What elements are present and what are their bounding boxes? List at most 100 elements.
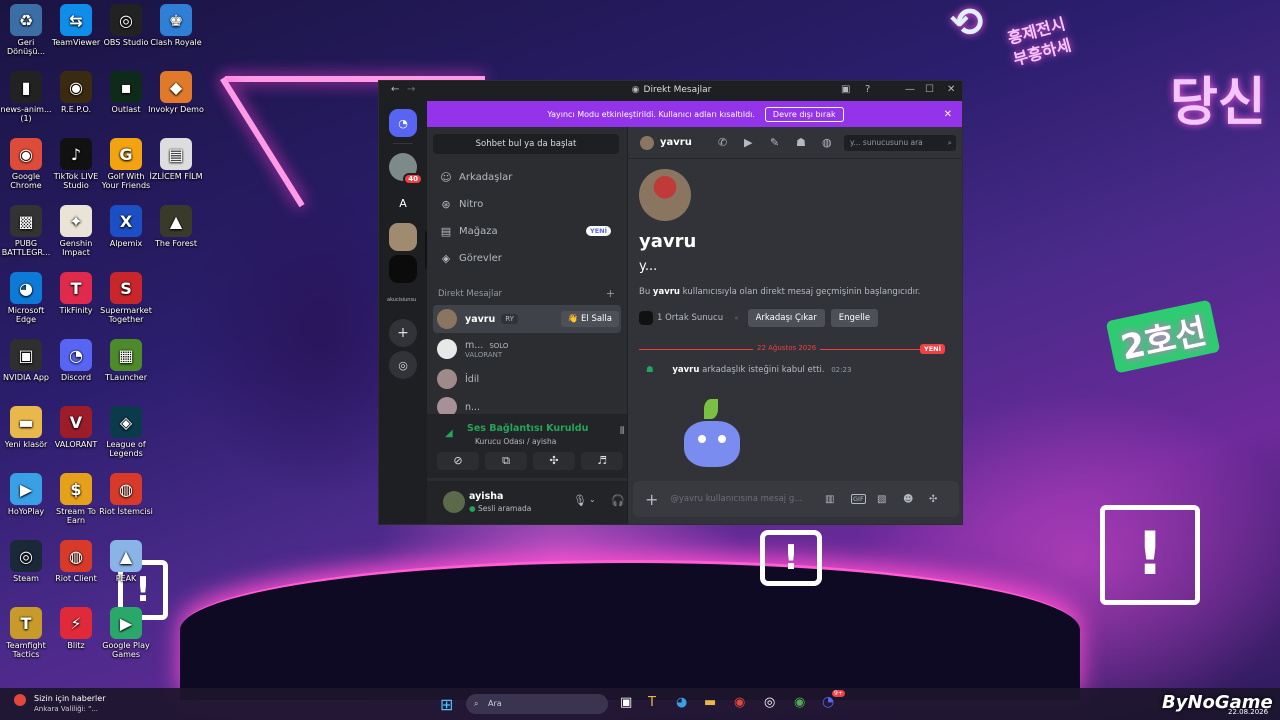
inbox-icon[interactable]: ▣ xyxy=(841,84,850,95)
desktop-icon[interactable]: ▣ NVIDIA App xyxy=(0,339,54,382)
sticker-icon[interactable]: ▧ xyxy=(877,494,886,505)
desktop-icon[interactable]: ▬ Yeni klasör xyxy=(0,406,54,449)
profile-icon[interactable]: ◍ xyxy=(822,136,832,149)
message-input[interactable]: @yavru kullanıcısına mesaj g... xyxy=(670,494,820,504)
desktop-icon[interactable]: V VALORANT xyxy=(48,406,104,449)
disable-streamer-button[interactable]: Devre dışı bırak xyxy=(764,106,844,122)
camera-button[interactable]: ⊘ xyxy=(437,452,479,470)
desktop-icon[interactable]: ▦ TLauncher xyxy=(98,339,154,382)
block-button[interactable]: Engelle xyxy=(830,309,879,327)
news-widget-sub[interactable]: Ankara Valiliği: "... xyxy=(34,705,98,713)
nav-quests[interactable]: ◈ Görevler xyxy=(433,246,619,270)
add-attachment-icon[interactable]: + xyxy=(645,490,658,509)
edge-taskbar-icon[interactable]: ◕ xyxy=(676,695,687,710)
remove-friend-button[interactable]: Arkadaşı Çıkar xyxy=(747,309,825,327)
desktop-icon[interactable]: ▶ HoYoPlay xyxy=(0,473,54,516)
close-button[interactable]: ✕ xyxy=(947,84,955,95)
desktop-icon[interactable]: ▲ The Forest xyxy=(148,205,204,248)
chrome-taskbar-icon[interactable]: ◉ xyxy=(794,695,805,710)
search-input[interactable]: y... sunucusunu ara ⌕ xyxy=(844,135,956,151)
server-avatar[interactable]: 40 xyxy=(389,153,423,185)
server-letter-icon[interactable]: A xyxy=(389,189,417,217)
explore-servers-button[interactable]: ◎ xyxy=(389,351,417,379)
chrome-taskbar-icon[interactable]: ◉ xyxy=(734,695,745,710)
desktop-icon[interactable]: ◔ Discord xyxy=(48,339,104,382)
desktop-icon[interactable]: ⚡ Blitz xyxy=(48,607,104,650)
dm-item[interactable]: İdil xyxy=(433,365,621,393)
weather-widget-icon[interactable] xyxy=(14,694,26,706)
apps-icon[interactable]: ✣ xyxy=(929,494,937,505)
username[interactable]: ayisha xyxy=(469,491,503,502)
soundboard-button[interactable]: ♬ xyxy=(581,452,623,470)
desktop-icon[interactable]: ◉ Google Chrome xyxy=(0,138,54,190)
start-button[interactable]: ⊞ xyxy=(440,695,453,714)
server-avatar[interactable] xyxy=(389,223,417,251)
chat-header-name[interactable]: yavru xyxy=(660,137,692,148)
desktop-icon[interactable]: ◈ League of Legends xyxy=(98,406,154,458)
news-widget-title[interactable]: Sizin için haberler xyxy=(34,694,106,703)
headphones-icon[interactable]: 🎧 xyxy=(611,494,625,507)
desktop-icon[interactable]: ◕ Microsoft Edge xyxy=(0,272,54,324)
nav-shop[interactable]: ▤ Mağaza YENİ xyxy=(433,219,619,243)
desktop-icon[interactable]: T TikFinity xyxy=(48,272,104,315)
tft-taskbar-icon[interactable]: T xyxy=(648,695,656,710)
desktop-icon[interactable]: ✦ Genshin Impact xyxy=(48,205,104,257)
create-dm-button[interactable]: + xyxy=(606,287,615,300)
desktop-icon[interactable]: ▤ İZLİCEM FİLM xyxy=(148,138,204,181)
task-view-icon[interactable]: ▣ xyxy=(620,695,632,710)
dm-item[interactable]: m... SOLO VALORANT xyxy=(433,335,621,363)
desktop-icon[interactable]: ◍ Riot Client xyxy=(48,540,104,583)
help-icon[interactable]: ? xyxy=(865,84,870,95)
dm-item-yavru[interactable]: yavru RY 👋 El Salla xyxy=(433,305,621,333)
desktop-icon[interactable]: X Alpemix xyxy=(98,205,154,248)
video-icon[interactable]: ▶ xyxy=(744,136,752,149)
desktop-icon[interactable]: $ Stream To Earn xyxy=(48,473,104,525)
desktop-icon[interactable]: G Golf With Your Friends xyxy=(98,138,154,190)
desktop-icon[interactable]: T Teamfight Tactics xyxy=(0,607,54,659)
emoji-icon[interactable]: ☻ xyxy=(903,494,913,505)
nav-friends[interactable]: ☺ Arkadaşlar xyxy=(433,165,619,189)
clock-date[interactable]: 22.08.2026 xyxy=(1228,708,1268,716)
desktop-icon[interactable]: ◎ OBS Studio xyxy=(98,4,154,47)
minimize-button[interactable]: — xyxy=(905,84,915,95)
voice-channel[interactable]: Kurucu Odası / ayisha xyxy=(475,437,556,446)
desktop-icon[interactable]: ▮ news-anim... (1) xyxy=(0,71,54,123)
desktop-icon[interactable]: ▶ Google Play Games xyxy=(98,607,154,659)
desktop-icon[interactable]: ♪ TikTok LIVE Studio xyxy=(48,138,104,190)
desktop-icon[interactable]: ▲ PEAK xyxy=(98,540,154,583)
avatar[interactable] xyxy=(443,491,465,513)
gift-icon[interactable]: ▥ xyxy=(825,494,834,505)
discord-home-button[interactable]: ◔ xyxy=(389,109,417,137)
file-explorer-icon[interactable]: ▬ xyxy=(704,695,716,710)
voice-status[interactable]: Ses Bağlantısı Kuruldu xyxy=(467,423,588,434)
desktop-icon[interactable]: ◎ Steam xyxy=(0,540,54,583)
discord-taskbar-icon[interactable]: ◔ 9+ xyxy=(822,690,845,710)
mutual-servers[interactable]: 1 Ortak Sunucu xyxy=(657,313,723,323)
obs-taskbar-icon[interactable]: ◎ xyxy=(764,695,775,710)
find-conversation-button[interactable]: Sohbet bul ya da başlat xyxy=(433,134,619,154)
desktop-icon[interactable]: ♚ Clash Royale xyxy=(148,4,204,47)
desktop-icon[interactable]: ▪ Outlast xyxy=(98,71,154,114)
server-avatar-active[interactable] xyxy=(389,255,417,283)
maximize-button[interactable]: ☐ xyxy=(925,84,934,95)
screen-share-button[interactable]: ⧉ xyxy=(485,452,527,470)
chevron-down-icon[interactable]: ⌄ xyxy=(589,495,596,504)
desktop-icon[interactable]: S Supermarket Together xyxy=(98,272,154,324)
desktop-icon[interactable]: ◆ Invokyr Demo xyxy=(148,71,204,114)
gif-icon[interactable]: GIF xyxy=(851,494,866,504)
noise-suppression-icon[interactable]: ⫴ xyxy=(620,426,624,437)
desktop-icon[interactable]: ▩ PUBG BATTLEGR... xyxy=(0,205,54,257)
activity-button[interactable]: ✣ xyxy=(533,452,575,470)
desktop-icon[interactable]: ◍ Riot İstemcisi xyxy=(98,473,154,516)
taskbar-search[interactable]: ⌕ Ara xyxy=(466,694,608,714)
desktop-icon[interactable]: ⇆ TeamViewer xyxy=(48,4,104,47)
desktop-icon[interactable]: ♻ Geri Dönüşü... xyxy=(0,4,54,56)
nav-nitro[interactable]: ⊛ Nitro xyxy=(433,192,619,216)
pin-icon[interactable]: ✎ xyxy=(770,136,779,149)
add-friends-icon[interactable]: ☗ xyxy=(796,136,806,149)
desktop-icon[interactable]: ◉ R.E.P.O. xyxy=(48,71,104,114)
microphone-icon[interactable]: 🎙 xyxy=(573,494,587,507)
add-server-button[interactable]: + xyxy=(389,319,417,347)
wave-button[interactable]: 👋 El Salla xyxy=(560,311,619,327)
call-icon[interactable]: ✆ xyxy=(718,136,727,149)
